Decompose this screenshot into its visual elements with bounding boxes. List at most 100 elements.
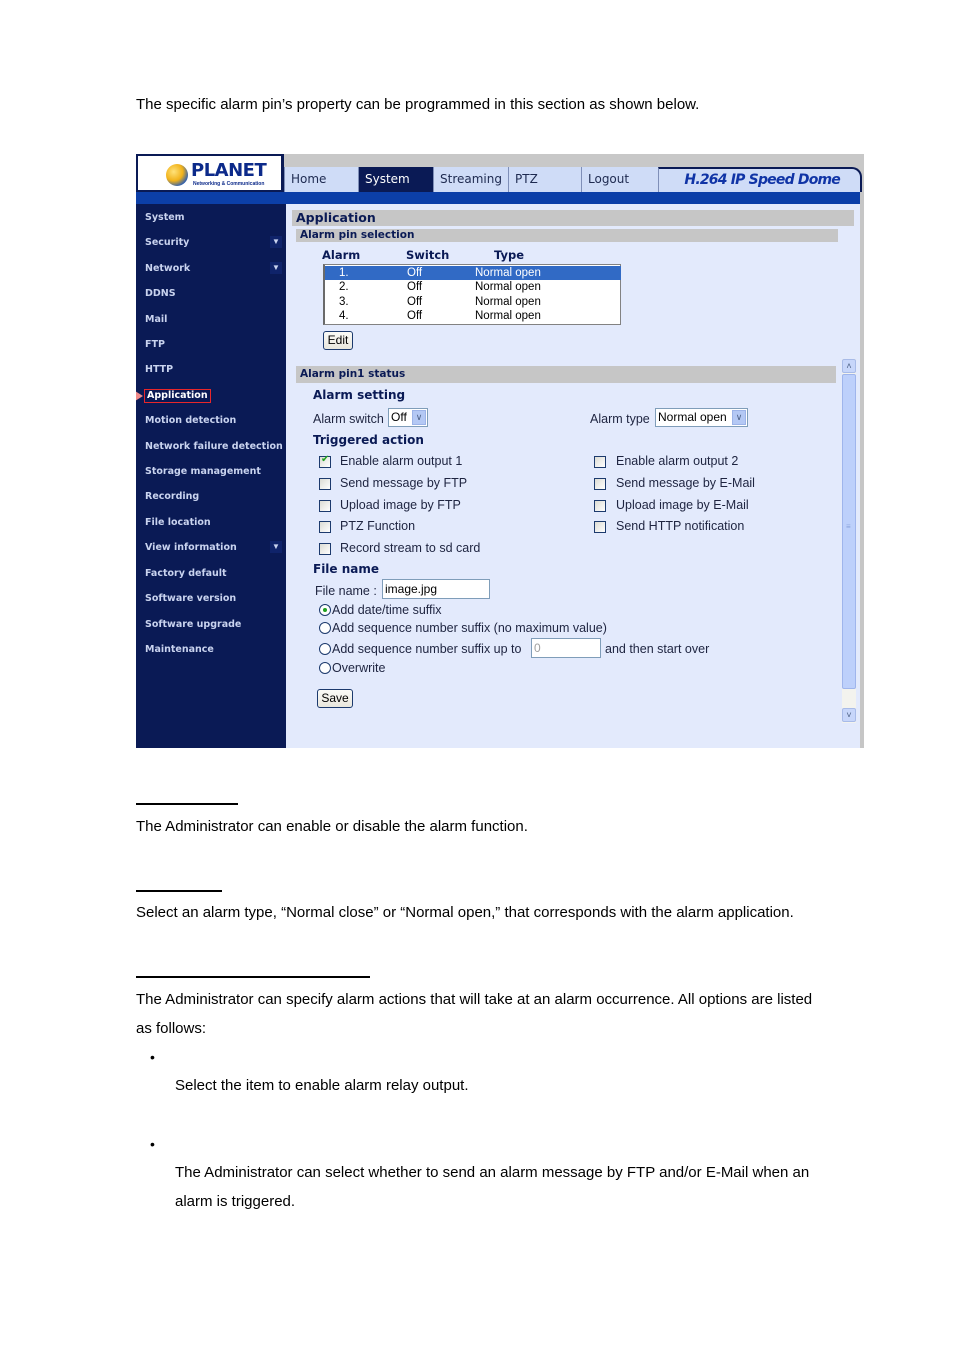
tab-home[interactable]: Home xyxy=(284,167,358,192)
sidebar-item-file-location[interactable]: File location xyxy=(145,517,211,528)
sidebar-item-ddns[interactable]: DDNS xyxy=(145,288,176,299)
tab-streaming[interactable]: Streaming xyxy=(433,167,508,192)
frame-edge xyxy=(860,192,864,748)
enable-alarm-output-1-checkbox[interactable] xyxy=(319,454,331,468)
sidebar-item-motion-detection[interactable]: Motion detection xyxy=(145,415,236,426)
sequence-tail-label: and then start over xyxy=(605,642,710,656)
sidebar-item-security[interactable]: Security xyxy=(145,237,189,248)
send-message-email-label: Send message by E-Mail xyxy=(616,476,755,490)
scrollbar-thumb[interactable]: ≡ xyxy=(842,374,856,689)
alarm-switch-description: The Administrator can enable or disable … xyxy=(136,818,528,835)
sidebar-item-network-failure-detection[interactable]: Network failure detection xyxy=(145,441,283,452)
alarm-pin-row[interactable]: 1. Off Normal open xyxy=(325,266,621,280)
sidebar-item-ftp[interactable]: FTP xyxy=(145,339,165,350)
upload-image-email-checkbox[interactable] xyxy=(594,500,606,512)
suffix-datetime-radio[interactable] xyxy=(319,604,331,616)
sidebar-item-maintenance[interactable]: Maintenance xyxy=(145,644,214,655)
alarm-pin-row[interactable]: 4. Off Normal open xyxy=(325,309,621,323)
sidebar-item-mail[interactable]: Mail xyxy=(145,314,167,325)
sidebar-item-network[interactable]: Network xyxy=(145,263,190,274)
sidebar-item-software-version[interactable]: Software version xyxy=(145,593,236,604)
alarm-switch-value: Off xyxy=(407,281,423,293)
alarm-type-value: Normal open xyxy=(475,296,541,308)
send-message-ftp-checkbox[interactable] xyxy=(319,478,331,490)
alarm-number: 4. xyxy=(339,310,349,322)
triggered-action-heading: Triggered action xyxy=(313,433,424,447)
send-http-notification-checkbox[interactable] xyxy=(594,521,606,533)
alarm-switch-selected: Off xyxy=(391,410,407,424)
heading-underline-alarm-switch xyxy=(136,803,238,805)
heading-underline-triggered-action xyxy=(136,976,370,978)
suffix-datetime-label: Add date/time suffix xyxy=(332,603,442,617)
file-name-input[interactable]: image.jpg xyxy=(382,579,490,599)
dropdown-arrow-icon[interactable]: ∨ xyxy=(412,410,426,425)
upload-image-ftp-checkbox[interactable] xyxy=(319,500,331,512)
record-stream-sd-label: Record stream to sd card xyxy=(340,541,481,555)
overwrite-label: Overwrite xyxy=(332,661,386,675)
sidebar-item-factory-default[interactable]: Factory default xyxy=(145,568,227,579)
alarm-switch-label: Alarm switch xyxy=(313,412,384,426)
sequence-max-input[interactable]: 0 xyxy=(531,638,601,658)
scrollbar-grip-icon: ≡ xyxy=(846,522,851,531)
suffix-sequence-limit-radio[interactable] xyxy=(319,643,331,655)
edit-button[interactable]: Edit xyxy=(323,331,353,350)
sidebar-item-system[interactable]: System xyxy=(145,212,185,223)
tab-logout[interactable]: Logout xyxy=(581,167,658,192)
sidebar-item-application[interactable]: Application xyxy=(144,389,211,403)
column-header-switch: Switch xyxy=(406,248,450,262)
pin-selection-header: Alarm pin selection xyxy=(296,229,838,242)
product-name-tab: H.264 IP Speed Dome xyxy=(658,167,862,192)
save-button[interactable]: Save xyxy=(317,689,353,708)
alarm-type-value: Normal open xyxy=(475,267,541,279)
planet-logo[interactable]: PLANET Networking & Communication xyxy=(136,154,284,192)
product-name: H.264 IP Speed Dome xyxy=(684,172,840,188)
intro-paragraph: The specific alarm pin’s property can be… xyxy=(136,96,700,113)
ptz-function-label: PTZ Function xyxy=(340,519,416,533)
file-name-heading: File name xyxy=(313,562,380,576)
sidebar-item-recording[interactable]: Recording xyxy=(145,491,199,502)
chevron-down-icon[interactable]: ▼ xyxy=(270,236,282,248)
alarm-type-select[interactable]: Normal open ∨ xyxy=(655,408,748,427)
column-header-type: Type xyxy=(494,248,525,262)
triggered-action-description-line2: as follows: xyxy=(136,1020,207,1037)
alarm-pin-listbox[interactable]: 1. Off Normal open 2. Off Normal open 3.… xyxy=(323,264,621,325)
heading-underline-alarm-type xyxy=(136,890,222,892)
bullet2-description-line1: The Administrator can select whether to … xyxy=(175,1164,810,1181)
ptz-function-checkbox[interactable] xyxy=(319,521,331,533)
dropdown-arrow-icon[interactable]: ∨ xyxy=(732,410,746,425)
suffix-sequence-radio[interactable] xyxy=(319,622,331,634)
sidebar-item-software-upgrade[interactable]: Software upgrade xyxy=(145,619,241,630)
send-message-email-checkbox[interactable] xyxy=(594,478,606,490)
send-message-ftp-label: Send message by FTP xyxy=(340,476,468,490)
scroll-up-icon[interactable]: ˄ xyxy=(842,359,856,373)
alarm-pin-row[interactable]: 2. Off Normal open xyxy=(325,280,621,294)
enable-alarm-output-2-checkbox[interactable] xyxy=(594,456,606,468)
tab-system[interactable]: System xyxy=(358,167,433,192)
main-panel: Application Alarm pin selection Alarm Sw… xyxy=(286,204,864,748)
alarm-type-selected: Normal open xyxy=(658,410,727,424)
globe-logo-icon xyxy=(166,164,188,186)
header-band xyxy=(136,192,864,204)
enable-alarm-output-2-label: Enable alarm output 2 xyxy=(616,454,739,468)
alarm-pin-row[interactable]: 3. Off Normal open xyxy=(325,295,621,309)
alarm-number: 2. xyxy=(339,281,349,293)
overwrite-radio[interactable] xyxy=(319,662,331,674)
scroll-down-icon[interactable]: ˅ xyxy=(842,708,856,722)
chevron-down-icon[interactable]: ▼ xyxy=(270,262,282,274)
chevron-down-icon[interactable]: ▼ xyxy=(270,541,282,553)
record-stream-sd-checkbox[interactable] xyxy=(319,543,331,555)
sidebar-item-view-information[interactable]: View information xyxy=(145,542,237,553)
sidebar-item-http[interactable]: HTTP xyxy=(145,364,173,375)
triggered-action-description-line1: The Administrator can specify alarm acti… xyxy=(136,991,813,1008)
alarm-setting-heading: Alarm setting xyxy=(313,388,406,402)
suffix-sequence-label: Add sequence number suffix (no maximum v… xyxy=(332,621,607,635)
suffix-sequence-limit-label: Add sequence number suffix up to xyxy=(332,642,522,656)
vertical-scrollbar[interactable]: ˄ ≡ ˅ xyxy=(842,359,856,723)
bullet1-description: Select the item to enable alarm relay ou… xyxy=(175,1077,469,1094)
alarm-switch-select[interactable]: Off ∨ xyxy=(388,408,428,427)
top-navigation: Home System Streaming PTZ Logout xyxy=(284,167,658,192)
sidebar-item-storage-management[interactable]: Storage management xyxy=(145,466,261,477)
send-http-notification-label: Send HTTP notification xyxy=(616,519,745,533)
upload-image-ftp-label: Upload image by FTP xyxy=(340,498,461,512)
tab-ptz[interactable]: PTZ xyxy=(508,167,581,192)
